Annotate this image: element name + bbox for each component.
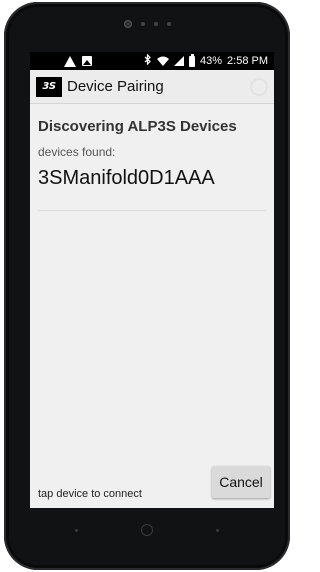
cancel-button[interactable]: Cancel xyxy=(212,466,270,498)
earpiece xyxy=(4,20,290,28)
menu-key-icon[interactable] xyxy=(215,528,219,532)
home-key-icon[interactable] xyxy=(140,524,153,536)
clock: 2:58 PM xyxy=(227,55,268,67)
footer: tap device to connect Cancel xyxy=(38,466,270,500)
device-list-item[interactable]: 3SManifold0D1AAA xyxy=(38,167,266,211)
warning-icon xyxy=(64,55,76,67)
app-logo-text: 3S xyxy=(42,81,56,92)
app-logo: 3S xyxy=(36,76,62,97)
page-title: Device Pairing xyxy=(67,78,164,95)
screen: 43% 2:58 PM 3S Device Pairing Discoverin… xyxy=(30,52,274,508)
devices-found-label: devices found: xyxy=(38,145,116,159)
section-heading: Discovering ALP3S Devices xyxy=(38,118,237,135)
app-bar: 3S Device Pairing xyxy=(30,70,274,104)
battery-percent: 43% xyxy=(200,55,223,67)
battery-icon xyxy=(189,53,195,67)
status-bar: 43% 2:58 PM xyxy=(30,52,274,70)
back-key-icon[interactable] xyxy=(75,528,79,532)
content: Discovering ALP3S Devices devices found:… xyxy=(30,104,274,211)
hardware-nav-bar xyxy=(4,512,290,548)
front-camera xyxy=(123,20,132,28)
sensor-dot xyxy=(166,22,171,26)
sensor-dot xyxy=(153,22,158,26)
wifi-icon xyxy=(157,56,169,66)
image-notification-icon xyxy=(82,56,92,66)
sensor-dot xyxy=(140,22,145,26)
hint-text: tap device to connect xyxy=(38,488,142,500)
signal-icon xyxy=(174,56,184,66)
bluetooth-icon xyxy=(144,53,152,68)
phone-frame: 43% 2:58 PM 3S Device Pairing Discoverin… xyxy=(4,2,290,570)
loading-spinner-icon xyxy=(250,77,268,96)
